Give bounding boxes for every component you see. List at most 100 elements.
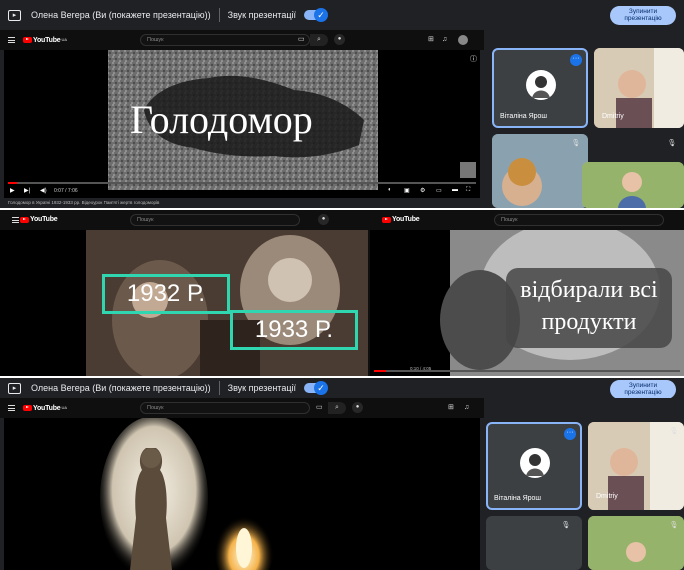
search-button[interactable]: ⌕ [310, 34, 328, 46]
video-player[interactable] [4, 418, 480, 570]
sound-label: Звук презентації [227, 10, 296, 20]
progress-fill [8, 182, 18, 184]
search-input[interactable]: Пошук [140, 402, 310, 414]
participant-tile-main[interactable]: ··· Віталіна Ярош [486, 422, 582, 510]
caption-line-1: відбирали всі [520, 277, 658, 303]
more-options-icon[interactable]: ··· [570, 54, 582, 66]
present-screen-icon: ▸ [8, 382, 21, 394]
video-description: Голодомор в Україні 1932-1933 рр. Відеоу… [8, 200, 160, 205]
account-avatar[interactable] [458, 35, 468, 45]
participant-name: Dmitriy [602, 113, 624, 120]
voice-search-icon[interactable]: ● [318, 214, 329, 225]
search-input[interactable]: Пошук [130, 214, 300, 226]
voice-search-icon[interactable]: ● [334, 34, 345, 45]
participant-tile-main[interactable]: ··· Віталіна Ярош [492, 48, 588, 128]
progress-fill [374, 370, 387, 372]
meet-presentation-bar: ▸ Олена Вегера (Ви (покажете презентацію… [0, 0, 684, 30]
subtitles-icon[interactable]: ▣ [404, 187, 410, 194]
theater-icon[interactable]: ▬ [452, 187, 458, 193]
stop-presentation-button[interactable]: Зупинити презентацію [610, 380, 676, 399]
participant-avatar [520, 448, 550, 478]
presenter-label: Олена Вегера (Ви (покажете презентацію)) [31, 383, 211, 393]
participant-tile-3[interactable]: 🎙 [492, 134, 588, 208]
youtube-logo-text: YouTube [33, 36, 61, 44]
notifications-icon[interactable]: ♫ [464, 404, 469, 412]
caption-line-2: продукти [541, 309, 637, 335]
participant-tile-4[interactable] [582, 162, 684, 208]
presenter-label: Олена Вегера (Ви (покажете презентацію)) [31, 10, 211, 20]
time-display: 0:10 / 4:05 [410, 366, 432, 371]
more-options-icon[interactable]: ··· [564, 428, 576, 440]
youtube-logo[interactable]: YouTube UA [23, 405, 67, 412]
miniplayer-icon[interactable]: ▭ [436, 187, 442, 194]
sound-label: Звук презентації [227, 383, 296, 393]
participant-name: Dmitriy [596, 493, 618, 500]
youtube-logo[interactable]: YouTube [382, 216, 420, 223]
voice-search-icon[interactable]: ● [352, 402, 363, 413]
search-input[interactable]: Пошук [494, 214, 664, 226]
play-icon[interactable]: ▶ [10, 187, 15, 194]
notifications-icon[interactable]: ♫ [442, 36, 447, 44]
youtube-play-icon [20, 216, 29, 223]
participant-tile-2[interactable]: Dmitriy [594, 48, 684, 128]
youtube-logo[interactable]: YouTube UA [23, 37, 67, 44]
mic-off-icon: 🎙 [669, 522, 679, 529]
search-button[interactable]: ⌕ [328, 402, 346, 414]
meet-screenshot-bottom: ▸ Олена Вегера (Ви (покажете презентацію… [0, 378, 684, 570]
mic-off-icon: 🎙 [561, 522, 571, 529]
stop-presentation-button[interactable]: Зупинити презентацію [610, 6, 676, 25]
participant-avatar [526, 70, 556, 100]
menu-icon[interactable] [12, 217, 19, 223]
keyboard-icon[interactable]: ▭ [298, 36, 305, 44]
video-player-right[interactable]: відбирали всі продукти 0:10 / 4:05 [370, 230, 684, 376]
youtube-logo[interactable]: YouTube [20, 216, 58, 223]
menu-icon[interactable] [8, 37, 15, 43]
youtube-logo-text: YouTube [30, 216, 58, 223]
create-icon[interactable]: ⊞ [448, 404, 454, 412]
youtube-logo-text: YouTube [392, 216, 420, 223]
volume-icon[interactable]: ◀) [40, 187, 47, 194]
present-screen-icon: ▸ [8, 9, 21, 21]
time-display: 0:07 / 7:06 [54, 188, 78, 194]
mic-off-icon: 🎙 [669, 428, 679, 435]
participant-name: Віталіна Ярош [500, 113, 548, 120]
video-player-left[interactable]: 1932 Р. 1933 Р. [0, 230, 368, 376]
youtube-header: YouTube UA Пошук ▭ ⌕ ● ⊞ ♫ [0, 30, 484, 50]
participants-panel: ··· Віталіна Ярош Dmitriy 🎙 🎙 [486, 30, 684, 208]
avatar-drawing [526, 454, 544, 476]
region-label: UA [61, 404, 68, 410]
year-1933-box: 1933 Р. [230, 310, 358, 350]
progress-bar[interactable] [8, 182, 476, 184]
participants-panel: ··· Віталіна Ярош Dmitriy 🎙 🎙 🎙 [486, 398, 684, 570]
participant-tile-3[interactable]: 🎙 [486, 516, 582, 570]
info-icon[interactable]: ⓘ [470, 54, 477, 64]
fullscreen-icon[interactable]: ⛶ [466, 187, 470, 194]
divider [218, 8, 220, 22]
youtube-header: YouTube UA Пошук ▭ ⌕ ● ⊞ ♫ [0, 398, 484, 418]
year-1932-box: 1932 Р. [102, 274, 230, 314]
video-player[interactable]: Голодомор ⓘ ▶ ▶| ◀) 0:07 / 7:06 ◐ ▣ ⚙ ▭ … [4, 50, 480, 198]
check-icon: ✓ [313, 381, 328, 395]
region-label: UA [61, 36, 68, 42]
create-icon[interactable]: ⊞ [428, 36, 434, 44]
menu-icon[interactable] [8, 405, 15, 411]
left-yt-header: YouTube Пошук ● [0, 210, 368, 230]
search-input[interactable]: Пошук [140, 34, 310, 46]
meet-screenshot-top: ▸ Олена Вегера (Ви (покажете презентацію… [0, 0, 684, 208]
youtube-play-icon [23, 405, 32, 411]
meet-presentation-bar: ▸ Олена Вегера (Ви (покажете презентацію… [0, 378, 684, 399]
mic-off-icon: 🎙 [667, 140, 677, 147]
sound-toggle[interactable]: ✓ [303, 8, 328, 22]
divider [218, 381, 220, 395]
participant-tile-4[interactable]: 🎙 [588, 516, 684, 570]
autoplay-toggle[interactable]: ◐ [388, 187, 392, 193]
next-icon[interactable]: ▶| [24, 187, 30, 194]
sound-toggle[interactable]: ✓ [303, 381, 328, 395]
keyboard-icon[interactable]: ▭ [316, 404, 323, 412]
participant-name: Віталіна Ярош [494, 495, 542, 502]
settings-icon[interactable]: ⚙ [420, 187, 425, 194]
participant-tile-2[interactable]: Dmitriy 🎙 [588, 422, 684, 510]
youtube-play-icon [382, 216, 391, 223]
avatar-drawing [532, 76, 550, 98]
youtube-screenshot-middle: YouTube Пошук ● 1932 Р. 1933 Р. YouTube … [0, 210, 684, 376]
